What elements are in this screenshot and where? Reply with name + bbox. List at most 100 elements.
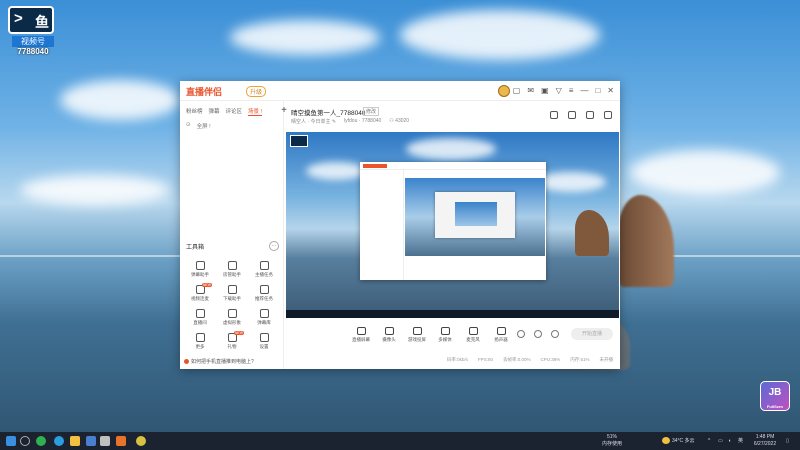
- notification-icon[interactable]: ▯: [786, 438, 789, 444]
- live-companion-taskbar-icon[interactable]: [116, 436, 126, 446]
- control-screen[interactable]: 直播屏幕: [346, 327, 376, 343]
- message-icon[interactable]: ▢: [513, 86, 521, 96]
- clock-time[interactable]: 1:48 PM: [752, 434, 778, 440]
- tool-item[interactable]: 弹幕助手: [184, 261, 216, 278]
- media-app-icon[interactable]: [100, 436, 110, 446]
- nested-inner-window: [435, 192, 515, 238]
- nested-titlebar: [360, 162, 546, 170]
- control-media[interactable]: 多媒体: [430, 327, 460, 343]
- gift-icon[interactable]: ▣: [541, 86, 549, 96]
- maximize-icon[interactable]: □: [595, 86, 600, 96]
- control-camera[interactable]: 摄像头: [374, 327, 404, 343]
- nested-window-preview: [360, 162, 546, 280]
- avatar[interactable]: [498, 85, 510, 97]
- source-controls: 直播屏幕 摄像头 游戏投屏 多媒体 麦克风 扬声器 开始直播: [286, 319, 619, 349]
- tool-item[interactable]: 虚拟形象: [216, 309, 248, 326]
- gift-box-icon[interactable]: [550, 111, 558, 119]
- clock-date[interactable]: 6/27/2022: [750, 441, 780, 447]
- edit-room-button[interactable]: 修改: [363, 107, 380, 116]
- shirt-icon[interactable]: ▽: [556, 86, 562, 96]
- network-icon[interactable]: ▭: [718, 438, 723, 444]
- mail-icon[interactable]: ✉: [527, 86, 534, 96]
- sidebar-footer-link[interactable]: 如何把手机直播推到电脑上?: [184, 358, 254, 365]
- start-live-button[interactable]: 开始直播: [571, 328, 613, 340]
- tool-item[interactable]: 主播任务: [248, 261, 280, 278]
- new-badge: NEW: [233, 331, 244, 335]
- copy-icon[interactable]: [586, 111, 594, 119]
- more-tools-icon[interactable]: ···: [269, 241, 279, 251]
- settings-icon[interactable]: [551, 330, 559, 338]
- status-drop: 丢帧率:0.00%: [502, 357, 531, 362]
- edge-icon[interactable]: [54, 436, 64, 446]
- lock-icon[interactable]: [568, 111, 576, 119]
- tool-label: 视频连麦: [191, 296, 209, 301]
- stream-preview[interactable]: [286, 132, 619, 318]
- tray-chevron-icon[interactable]: ^: [708, 438, 710, 444]
- weather-text[interactable]: 34°C 多云: [672, 438, 695, 444]
- nested-logo: [363, 164, 387, 168]
- timer-icon[interactable]: [534, 330, 542, 338]
- tool-icon: [227, 309, 237, 318]
- menu-icon[interactable]: ≡: [569, 86, 574, 96]
- window-controls: ▢ ✉ ▣ ▽ ≡ — □ ✕: [513, 86, 614, 96]
- control-label: 扬声器: [494, 337, 508, 342]
- taskbar: 51% 内存使用 34°C 多云 ^ ▭ ◖ 英 1:48 PM 6/27/20…: [0, 432, 800, 450]
- volume-icon[interactable]: ◖: [728, 438, 731, 444]
- viewer-count: ⚇ 43020: [389, 118, 410, 124]
- tool-label: 更多: [195, 344, 205, 349]
- preview-rock: [575, 210, 609, 256]
- tool-label: 推荐任务: [255, 296, 273, 301]
- tool-item[interactable]: 直播间: [184, 309, 216, 326]
- fullscreen-label[interactable]: 全屏 !: [197, 122, 211, 130]
- status-cpu: CPU:38%: [540, 357, 561, 362]
- tool-item[interactable]: 房管助手: [216, 261, 248, 278]
- tool-item[interactable]: 下载助手: [216, 285, 248, 302]
- tab-danmaku[interactable]: 弹幕: [209, 107, 220, 116]
- tool-item[interactable]: 视频连麦 NEW: [184, 283, 216, 302]
- eye-icon[interactable]: ⊙: [186, 122, 191, 130]
- control-label: 麦克风: [466, 337, 480, 342]
- control-mic[interactable]: 麦克风: [458, 327, 488, 343]
- tool-item[interactable]: 弹幕库: [248, 309, 280, 326]
- docs-icon[interactable]: [86, 436, 96, 446]
- taskbar-app-icon[interactable]: [136, 436, 146, 446]
- minimize-icon[interactable]: —: [580, 86, 588, 96]
- tab-comments[interactable]: 评论区: [226, 107, 243, 116]
- search-icon[interactable]: [20, 436, 30, 446]
- preview-logo-icon: [290, 135, 308, 147]
- tool-item[interactable]: 推荐任务: [248, 285, 280, 302]
- tool-label: 弹幕库: [257, 320, 271, 325]
- tool-icon: [259, 333, 269, 342]
- info-icon: [184, 359, 189, 365]
- sidebar-subbar: ⊙ 全屏 !: [180, 116, 283, 136]
- tool-grid: 弹幕助手 房管助手 主播任务 视频连麦 NEW 下载助手 推荐任务 直播间 虚拟形…: [184, 261, 280, 350]
- windows-start-icon[interactable]: [6, 436, 16, 446]
- tool-label: 虚拟形象: [223, 320, 241, 325]
- green-app-icon[interactable]: [36, 436, 46, 446]
- tool-icon: [195, 309, 205, 318]
- explorer-icon[interactable]: [70, 436, 80, 446]
- tool-label: 下载助手: [223, 296, 241, 301]
- upgrade-pill[interactable]: 升级: [246, 86, 267, 97]
- corner-app-badge[interactable]: JB FullScrn: [760, 381, 790, 411]
- control-game[interactable]: 游戏投屏: [402, 327, 432, 343]
- share-icon[interactable]: [604, 111, 612, 119]
- new-badge: NEW: [201, 283, 212, 287]
- tool-item[interactable]: 设置: [248, 333, 280, 350]
- tab-fans[interactable]: 粉丝榜: [186, 107, 203, 116]
- tab-scenes[interactable]: 场景 !: [248, 107, 263, 116]
- tool-item[interactable]: 礼物 NEW: [216, 331, 248, 350]
- weather-icon[interactable]: [662, 437, 670, 444]
- record-icon[interactable]: [517, 330, 525, 338]
- control-speaker[interactable]: 扬声器: [486, 327, 516, 343]
- tool-icon: [259, 309, 269, 318]
- tool-item[interactable]: 更多: [184, 333, 216, 350]
- language-icon[interactable]: 英: [738, 438, 743, 444]
- room-category[interactable]: 晴空人 · 今日单主 ✎: [291, 118, 336, 125]
- logo-id: 7788040: [17, 47, 49, 56]
- close-icon[interactable]: ✕: [607, 86, 614, 96]
- header-actions: [550, 111, 612, 119]
- status-bar: 码率:0kb/s FPS:60 丢帧率:0.00% CPU:38% 内存:51%…: [286, 353, 619, 367]
- media-icon: [440, 327, 450, 335]
- sidebar-tabs: 粉丝榜 弹幕 评论区 场景 ! +: [180, 101, 287, 116]
